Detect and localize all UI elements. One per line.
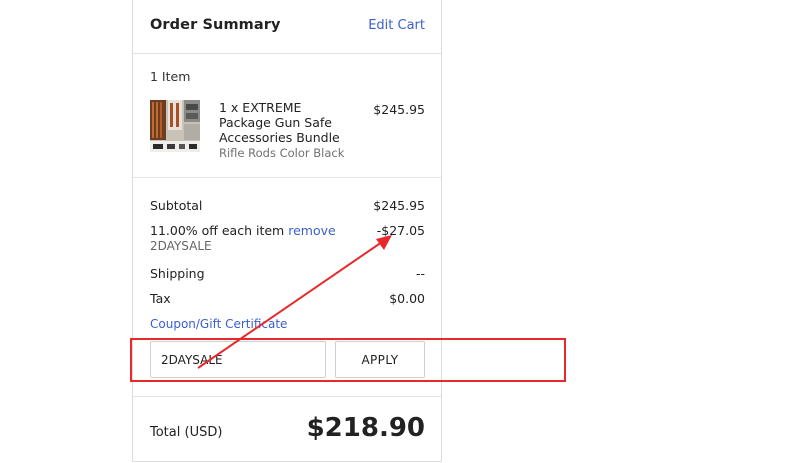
total-value: $218.90: [306, 413, 425, 443]
coupon-code-input[interactable]: [150, 341, 326, 378]
remove-discount-link[interactable]: remove: [288, 223, 335, 238]
cart-items-section: 1 Item 1 x EXTREME Package Gun Safe Acce…: [133, 53, 441, 178]
subtotal-label: Subtotal: [150, 198, 203, 213]
order-summary-header: Order Summary Edit Cart: [133, 0, 441, 54]
subtotal-value: $245.95: [373, 198, 425, 213]
discount-label: 11.00% off each item: [150, 223, 285, 238]
edit-cart-link[interactable]: Edit Cart: [368, 18, 425, 33]
coupon-gift-certificate-link[interactable]: Coupon/Gift Certificate: [150, 317, 287, 331]
order-summary-title: Order Summary: [150, 17, 281, 33]
product-thumbnail: [150, 100, 200, 152]
order-summary-card: Order Summary Edit Cart 1 Item 1 x EXTRE…: [132, 0, 442, 462]
shipping-value: --: [415, 266, 425, 281]
discount-value: -$27.05: [376, 223, 425, 238]
discount-row: 11.00% off each item remove: [150, 223, 336, 238]
tax-label: Tax: [150, 291, 171, 306]
item-title: 1 x EXTREME Package Gun Safe Accessories…: [219, 100, 340, 145]
tax-value: $0.00: [389, 291, 425, 306]
item-price: $245.95: [373, 102, 425, 117]
shipping-label: Shipping: [150, 266, 205, 281]
item-variant: Rifle Rods Color Black: [219, 146, 345, 160]
apply-coupon-button[interactable]: APPLY: [335, 341, 425, 378]
discount-code: 2DAYSALE: [150, 239, 212, 253]
item-count: 1 Item: [150, 69, 191, 84]
total-label: Total (USD): [150, 425, 223, 440]
product-image-icon: [150, 100, 200, 152]
total-section: Total (USD) $218.90: [133, 396, 441, 463]
